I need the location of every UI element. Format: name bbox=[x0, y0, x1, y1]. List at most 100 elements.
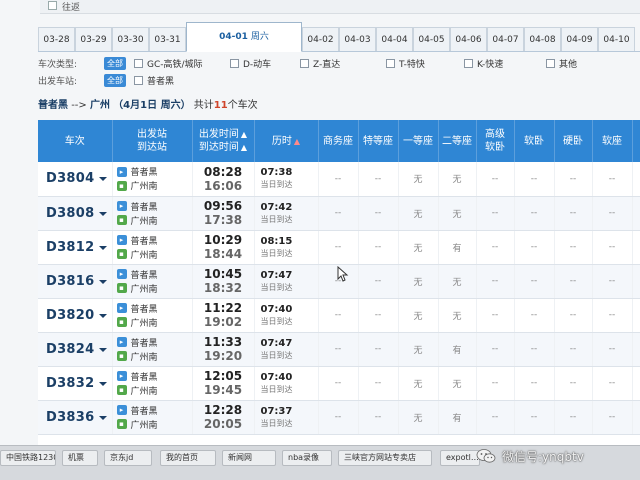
checkbox[interactable] bbox=[464, 58, 473, 68]
seat-soft-high: -- bbox=[476, 298, 515, 333]
date-tab[interactable]: 04-09 bbox=[561, 27, 598, 51]
date-tab[interactable]: 03-31 bbox=[149, 27, 186, 51]
date-tab[interactable]: 04-05 bbox=[413, 27, 450, 51]
train-number[interactable]: D3812 bbox=[46, 240, 94, 255]
bookmark-item[interactable]: 京东jd bbox=[104, 450, 152, 466]
train-cell[interactable]: D3832 bbox=[38, 366, 113, 401]
bookmark-item[interactable]: 三峡官方网站专卖店 bbox=[338, 450, 432, 466]
date-tab[interactable]: 04-08 bbox=[524, 27, 561, 51]
train-cell[interactable]: D3824 bbox=[38, 332, 113, 367]
date-tab[interactable]: 03-29 bbox=[75, 27, 112, 51]
date-tab[interactable]: 03-30 bbox=[112, 27, 149, 51]
train-type-option[interactable]: T-特快 bbox=[386, 57, 464, 70]
checkbox[interactable] bbox=[230, 58, 239, 68]
seat-first: 无 bbox=[398, 298, 439, 333]
header-train[interactable]: 车次 bbox=[38, 120, 113, 162]
header-soft-high-top: 高级 bbox=[485, 129, 505, 140]
checkbox[interactable] bbox=[134, 75, 143, 85]
train-number[interactable]: D3816 bbox=[46, 274, 94, 289]
header-hard: 硬卧 bbox=[554, 120, 593, 162]
train-type-option[interactable]: GC-高铁/城际 bbox=[134, 57, 230, 70]
from-station: ▸ 普者黑 bbox=[116, 233, 192, 247]
chevron-down-icon[interactable] bbox=[99, 313, 108, 318]
date-tab[interactable]: 04-06 bbox=[450, 27, 487, 51]
train-cell[interactable]: D3816 bbox=[38, 264, 113, 299]
seat-business: -- bbox=[318, 400, 359, 435]
table-row[interactable]: D3836 ▸ 普者黑 ▪ 广州南 12:28 20:05 07:37 当日到达 -- -- 无有 --… bbox=[38, 400, 640, 435]
date-tab[interactable]: 04-01 周六 bbox=[186, 22, 302, 52]
round-trip-checkbox[interactable] bbox=[48, 1, 57, 10]
train-number[interactable]: D3820 bbox=[46, 308, 94, 323]
seat-second: 无 bbox=[438, 298, 477, 333]
checkbox[interactable] bbox=[134, 58, 143, 68]
bookmark-item[interactable]: 我的首页 bbox=[160, 450, 216, 466]
bookmark-item[interactable]: expotl… bbox=[440, 450, 480, 466]
table-row[interactable]: D3832 ▸ 普者黑 ▪ 广州南 12:05 19:45 07:40 当日到达 -- -- 无无 --… bbox=[38, 366, 640, 401]
train-cell[interactable]: D3804 bbox=[38, 162, 113, 197]
departure-station-icon: ▸ bbox=[116, 269, 127, 279]
train-number[interactable]: D3808 bbox=[46, 206, 94, 221]
chevron-down-icon[interactable] bbox=[99, 415, 108, 420]
seat-premium: -- bbox=[358, 366, 399, 401]
checkbox[interactable] bbox=[546, 58, 555, 68]
date-tab[interactable]: 03-28 bbox=[38, 27, 75, 51]
bookmark-item[interactable]: 机票 bbox=[62, 450, 98, 466]
date-tab[interactable]: 04-02 bbox=[302, 27, 339, 51]
bookmark-item[interactable]: nba录像 bbox=[282, 450, 332, 466]
train-number[interactable]: D3832 bbox=[46, 376, 94, 391]
date-tabs: 03-28 03-29 03-30 03-31 04-01 周六 04-02 04-03 04-… bbox=[38, 22, 640, 52]
bookmark-item[interactable]: 中国铁路12306 bbox=[0, 450, 56, 466]
to-station-name: 广州南 bbox=[130, 352, 158, 363]
table-row[interactable]: D3812 ▸ 普者黑 ▪ 广州南 10:29 18:44 08:15 当日到达 -- -- 无有 --… bbox=[38, 230, 640, 265]
depart-station-all-button[interactable]: 全部 bbox=[104, 73, 126, 87]
station-cell: ▸ 普者黑 ▪ 广州南 bbox=[112, 230, 193, 265]
train-type-option[interactable]: 其他 bbox=[546, 57, 596, 70]
train-type-all-button[interactable]: 全部 bbox=[104, 56, 126, 70]
time-cell: 11:33 19:20 bbox=[192, 332, 255, 367]
table-header-row: 车次 出发站 到达站 出发时间 ▲ 到达时间 ▲ 历时 ▲ 商务座 特等座 一等座 二等座… bbox=[38, 120, 640, 162]
train-type-option[interactable]: K-快速 bbox=[464, 57, 546, 70]
train-cell[interactable]: D3812 bbox=[38, 230, 113, 265]
extra-cell bbox=[632, 332, 640, 367]
chevron-down-icon[interactable] bbox=[99, 177, 108, 182]
train-type-option[interactable]: Z-直达 bbox=[300, 57, 386, 70]
table-row[interactable]: D3808 ▸ 普者黑 ▪ 广州南 09:56 17:38 07:42 当日到达 -- -- 无无 --… bbox=[38, 196, 640, 231]
from-station-name: 普者黑 bbox=[130, 338, 158, 349]
chevron-down-icon[interactable] bbox=[99, 279, 108, 284]
chevron-down-icon[interactable] bbox=[99, 347, 108, 352]
to-station-name: 广州南 bbox=[130, 216, 158, 227]
date-tab[interactable]: 04-04 bbox=[376, 27, 413, 51]
arrival-note: 当日到达 bbox=[260, 316, 293, 326]
train-number[interactable]: D3836 bbox=[46, 410, 94, 425]
arrival-note: 当日到达 bbox=[260, 214, 293, 224]
table-body: D3804 ▸ 普者黑 ▪ 广州南 08:28 16:06 07:38 当日到达 -- -- 无无 --… bbox=[38, 162, 640, 435]
date-tab[interactable]: 04-03 bbox=[339, 27, 376, 51]
table-row[interactable]: D3820 ▸ 普者黑 ▪ 广州南 11:22 19:02 07:40 当日到达 -- -- 无无 --… bbox=[38, 298, 640, 333]
chevron-down-icon[interactable] bbox=[99, 245, 108, 250]
depart-station-option[interactable]: 普者黑 bbox=[134, 74, 174, 87]
header-time[interactable]: 出发时间 ▲ 到达时间 ▲ bbox=[192, 120, 255, 162]
table-row[interactable]: D3804 ▸ 普者黑 ▪ 广州南 08:28 16:06 07:38 当日到达 -- -- 无无 --… bbox=[38, 162, 640, 197]
watermark-text: 微信号:ynqbtv bbox=[502, 449, 584, 464]
header-time-bottom: 到达时间 bbox=[198, 142, 239, 153]
chevron-down-icon[interactable] bbox=[99, 211, 108, 216]
chevron-down-icon[interactable] bbox=[99, 381, 108, 386]
date-tab[interactable]: 04-10 bbox=[598, 27, 635, 51]
bookmark-item[interactable]: 新闻网 bbox=[222, 450, 276, 466]
seat-soft-seat: -- bbox=[592, 400, 633, 435]
header-duration[interactable]: 历时 ▲ bbox=[254, 120, 319, 162]
table-row[interactable]: D3824 ▸ 普者黑 ▪ 广州南 11:33 19:20 07:47 当日到达 -- -- 无有 --… bbox=[38, 332, 640, 367]
to-station: ▪ 广州南 bbox=[116, 417, 192, 431]
station-cell: ▸ 普者黑 ▪ 广州南 bbox=[112, 162, 193, 197]
train-number[interactable]: D3804 bbox=[46, 171, 94, 186]
train-number[interactable]: D3824 bbox=[46, 342, 94, 357]
checkbox[interactable] bbox=[386, 58, 395, 68]
train-cell[interactable]: D3808 bbox=[38, 196, 113, 231]
train-type-filter: 车次类型: 全部 GC-高铁/城际 D-动车 Z-直达 T-特快 K-快速 其他 bbox=[38, 55, 596, 71]
checkbox[interactable] bbox=[300, 58, 309, 68]
train-cell[interactable]: D3820 bbox=[38, 298, 113, 333]
train-cell[interactable]: D3836 bbox=[38, 400, 113, 435]
train-type-option[interactable]: D-动车 bbox=[230, 57, 300, 70]
date-tab[interactable]: 04-07 bbox=[487, 27, 524, 51]
seat-business: -- bbox=[318, 162, 359, 197]
